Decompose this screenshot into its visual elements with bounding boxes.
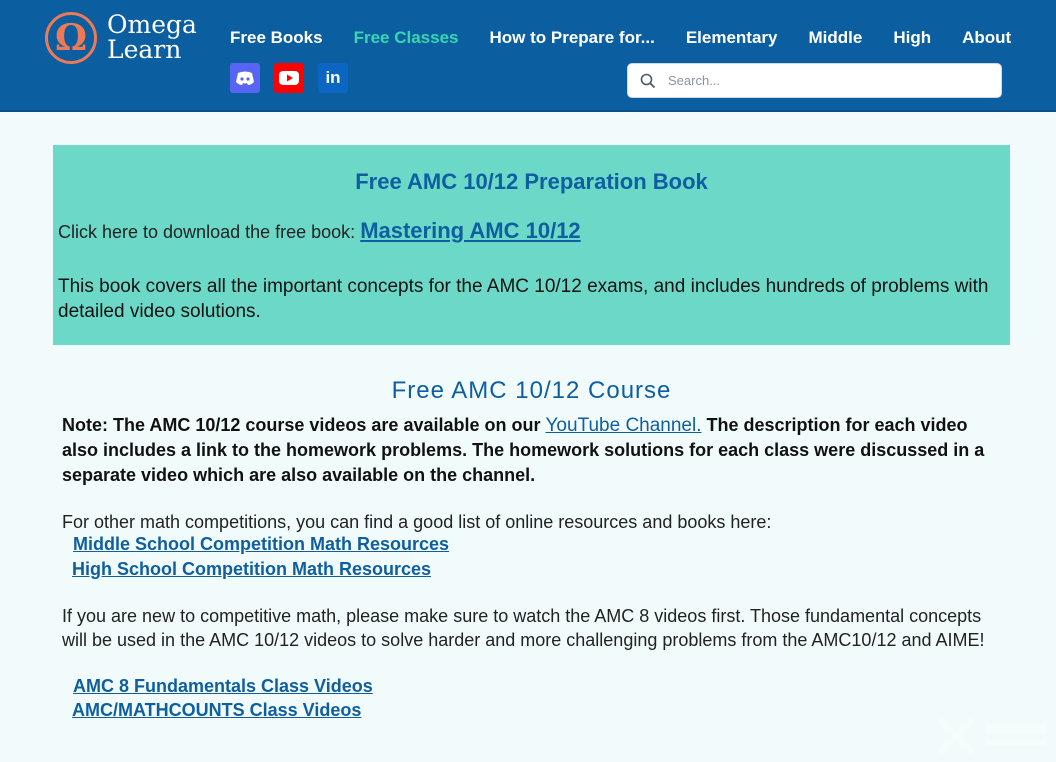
logo-line-1: Omega — [107, 10, 197, 39]
watermark — [932, 712, 1056, 757]
youtube-channel-link[interactable]: YouTube Channel. — [546, 415, 702, 436]
book-promo-box: Free AMC 10/12 Preparation Book Click he… — [53, 145, 1010, 345]
middle-school-resources-link[interactable]: Middle School Competition Math Resources — [73, 534, 449, 555]
nav-how-to-prepare[interactable]: How to Prepare for... — [490, 28, 655, 52]
search-box[interactable] — [627, 63, 1002, 98]
amc-mathcounts-link[interactable]: AMC/MATHCOUNTS Class Videos — [72, 700, 361, 721]
nav-middle[interactable]: Middle — [808, 28, 862, 52]
nav-about[interactable]: About — [962, 28, 1011, 52]
nav-high[interactable]: High — [893, 28, 931, 52]
linkedin-icon[interactable]: in — [318, 63, 348, 93]
other-competitions-text: For other math competitions, you can fin… — [62, 512, 772, 532]
nav-free-classes[interactable]: Free Classes — [354, 28, 459, 52]
promo-description: This book covers all the important conce… — [58, 276, 989, 322]
search-icon — [640, 73, 656, 88]
discord-icon[interactable] — [230, 63, 260, 93]
nav-elementary[interactable]: Elementary — [686, 28, 778, 52]
logo-text: Omega Learn — [107, 12, 197, 62]
youtube-icon[interactable] — [274, 63, 304, 93]
site-header: Ω Omega Learn Free Books Free Classes Ho… — [0, 0, 1056, 112]
book-download-link[interactable]: Mastering AMC 10/12 — [360, 218, 580, 243]
download-line: Click here to download the free book: Ma… — [58, 218, 581, 244]
new-to-math-text: If you are new to competitive math, plea… — [62, 606, 985, 650]
social-links: in — [230, 63, 348, 93]
promo-title: Free AMC 10/12 Preparation Book — [355, 169, 708, 194]
omega-logo-icon: Ω — [45, 12, 97, 64]
course-note: Note: The AMC 10/12 course videos are av… — [62, 413, 1002, 488]
logo-line-2: Learn — [107, 35, 182, 64]
search-input[interactable] — [666, 72, 990, 89]
site-logo[interactable]: Ω Omega Learn — [45, 12, 205, 72]
download-prefix: Click here to download the free book: — [58, 222, 361, 242]
nav-free-books[interactable]: Free Books — [230, 28, 323, 52]
main-nav: Free Books Free Classes How to Prepare f… — [230, 28, 1011, 52]
amc8-fundamentals-link[interactable]: AMC 8 Fundamentals Class Videos — [73, 676, 373, 697]
high-school-resources-link[interactable]: High School Competition Math Resources — [72, 559, 431, 580]
note-prefix: Note: The AMC 10/12 course videos are av… — [62, 415, 546, 435]
course-title: Free AMC 10/12 Course — [391, 377, 672, 404]
